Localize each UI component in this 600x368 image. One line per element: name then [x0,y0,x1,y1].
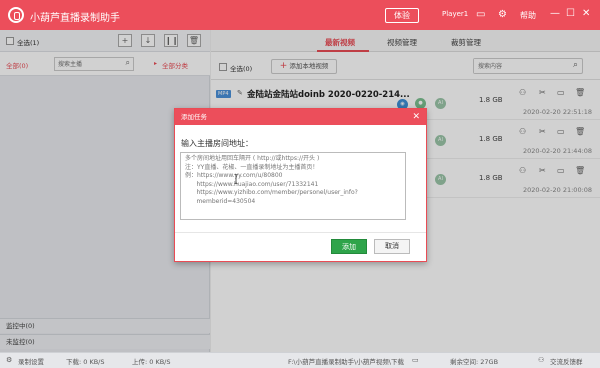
cancel-button[interactable]: 取消 [374,239,410,254]
dialog-title: 添加任务 [181,113,207,121]
record-settings-button[interactable]: 录制设置 [18,356,44,366]
help-button[interactable]: 帮助 [520,10,536,21]
room-url-label: 输入主播房间地址： [181,139,253,148]
title-bar: 小葫芦直播录制助手 体验 Player1 ▭ ⚙ 帮助 — ☐ ✕ [0,0,600,30]
add-button[interactable]: 添加 [331,239,367,254]
free-space: 剩余空间: 27GB [450,358,499,366]
minimize-icon[interactable]: — [550,8,560,19]
close-icon[interactable]: ✕ [412,109,420,125]
close-icon[interactable]: ✕ [582,8,590,19]
folder-icon[interactable]: ▭ [412,356,419,364]
room-url-input[interactable] [180,152,406,220]
text-cursor-icon [234,174,238,184]
dialog-divider [175,232,426,233]
player-account[interactable]: Player1 [442,10,468,18]
app-title: 小葫芦直播录制助手 [30,13,120,24]
dialog-header: 添加任务 ✕ [175,109,426,125]
upload-speed: 上传: 0 KB/S [132,358,171,366]
group-icon: ⚇ [538,356,545,364]
add-task-dialog: 添加任务 ✕ 输入主播房间地址： 添加 取消 [174,108,427,262]
app-logo-icon [8,7,24,23]
gear-icon[interactable]: ⚙ [6,356,12,364]
feedback-group-link[interactable]: 交流反馈群 [550,356,583,366]
chat-icon[interactable]: ▭ [476,9,485,21]
maximize-icon[interactable]: ☐ [566,8,575,19]
status-bar: ⚙ 录制设置 下载: 0 KB/S 上传: 0 KB/S F:\小葫芦直播录制助… [0,352,600,368]
gear-icon[interactable]: ⚙ [498,9,507,21]
trial-button[interactable]: 体验 [385,8,419,23]
save-path[interactable]: F:\小葫芦直播录制助手\小葫芦视频\下载 [288,356,404,366]
download-speed: 下载: 0 KB/S [66,358,105,366]
